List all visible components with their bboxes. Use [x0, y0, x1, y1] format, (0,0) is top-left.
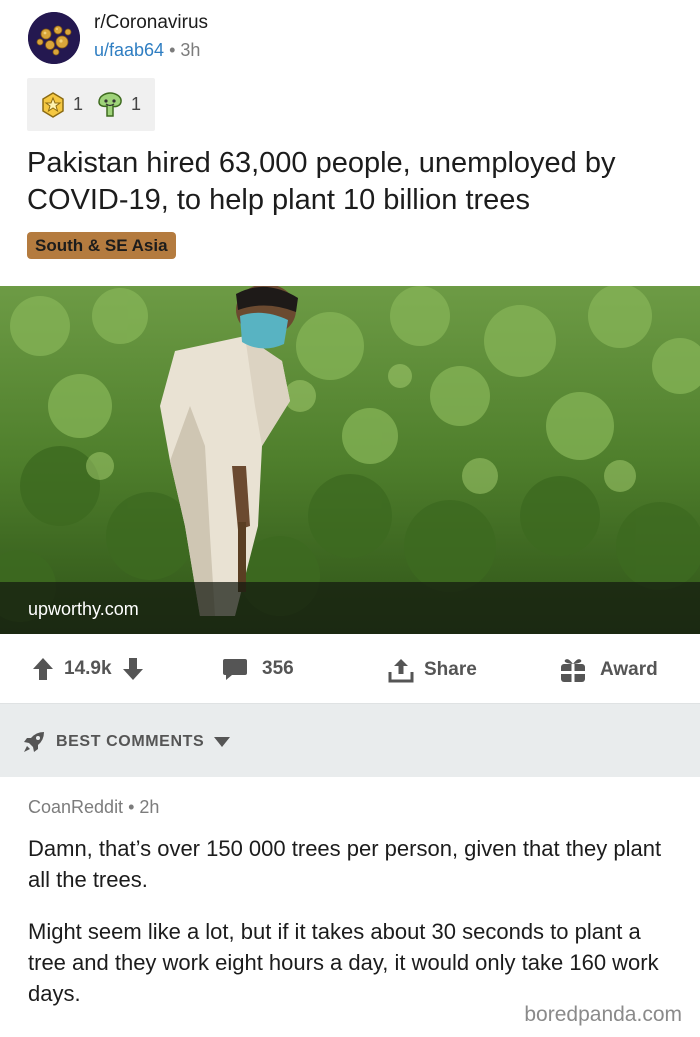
virus-icon	[28, 12, 80, 64]
share-button[interactable]: Share	[388, 657, 477, 683]
subreddit-name[interactable]: r/Coronavirus	[94, 12, 208, 34]
vote-controls: 14.9k	[32, 657, 144, 681]
wholesome-award-count: 1	[131, 94, 142, 114]
comments-button[interactable]: 356	[222, 657, 294, 681]
comment-author[interactable]: CoanReddit	[28, 797, 123, 817]
sort-label: BEST COMMENTS	[56, 733, 205, 750]
comment-meta: CoanReddit • 2h	[28, 797, 159, 818]
post-flair[interactable]: South & SE Asia	[27, 232, 176, 259]
post-title[interactable]: Pakistan hired 63,000 people, unemployed…	[27, 145, 687, 219]
comment-paragraph-2: Might seem like a lot, but if it takes a…	[28, 919, 659, 1006]
wholesome-award-icon	[98, 91, 122, 117]
share-icon	[388, 659, 414, 683]
star-award-count: 1	[73, 94, 84, 114]
post-author[interactable]: u/faab64	[94, 40, 164, 60]
gift-icon	[561, 659, 585, 682]
downvote-icon[interactable]	[122, 657, 144, 681]
post-action-bar: 14.9k 356 Share Award	[0, 634, 700, 702]
award-button[interactable]: Award	[560, 657, 658, 683]
upvote-icon[interactable]	[32, 657, 54, 681]
meta-separator: •	[169, 40, 176, 60]
awards-bar[interactable]: 1 1	[27, 78, 155, 131]
link-domain[interactable]: upworthy.com	[28, 599, 139, 620]
comment-count: 356	[262, 658, 294, 679]
star-award-icon	[42, 91, 64, 118]
comment: CoanReddit • 2h Damn, that’s over 150 00…	[0, 778, 700, 1037]
comment-meta-separator: •	[128, 797, 135, 817]
subreddit-avatar[interactable]	[28, 12, 80, 64]
comment-icon	[223, 659, 247, 680]
comment-sort-bar[interactable]: BEST COMMENTS	[0, 703, 700, 777]
comment-age: 2h	[139, 797, 160, 817]
post-meta: u/faab64 • 3h	[94, 40, 200, 61]
post-header: r/Coronavirus u/faab64 • 3h	[0, 0, 700, 78]
watermark: boredpanda.com	[522, 1003, 684, 1027]
chevron-down-icon	[214, 737, 231, 747]
share-label: Share	[424, 659, 477, 680]
award-label: Award	[600, 659, 658, 680]
sort-selector[interactable]: BEST COMMENTS	[22, 730, 231, 754]
comment-paragraph-1: Damn, that’s over 150 000 trees per pers…	[28, 836, 662, 892]
rocket-icon	[24, 732, 44, 752]
post-age: 3h	[180, 40, 201, 60]
vote-score: 14.9k	[64, 658, 112, 679]
